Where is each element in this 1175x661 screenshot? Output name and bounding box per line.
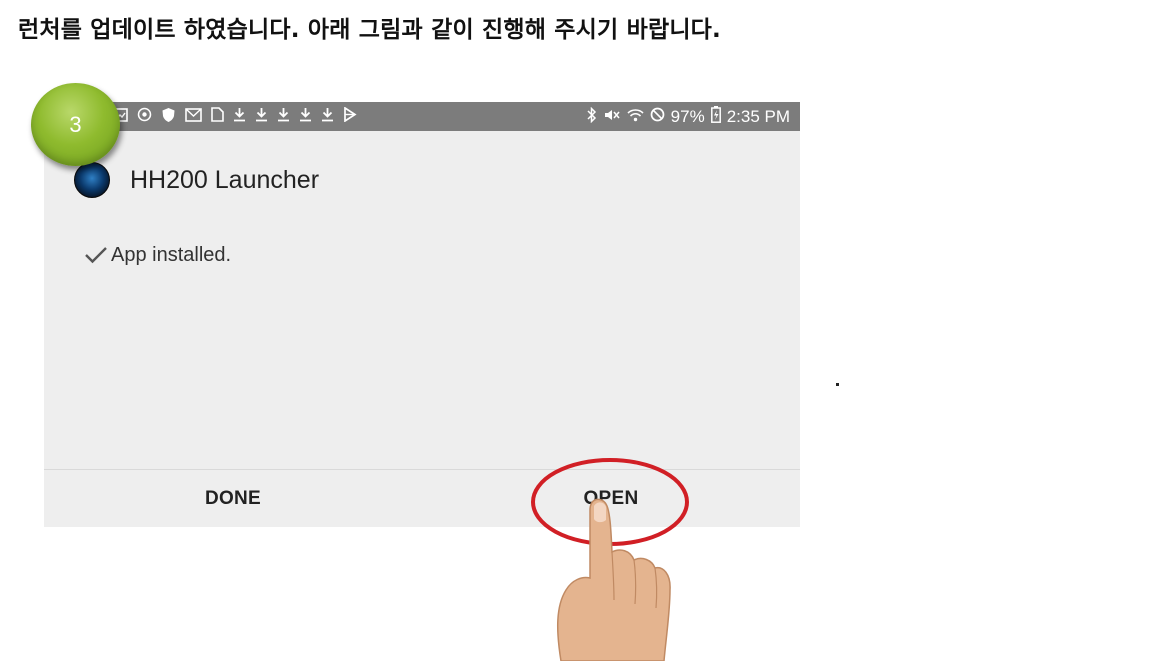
annotation-overlay bbox=[531, 458, 689, 661]
pointing-hand-icon bbox=[556, 498, 671, 661]
